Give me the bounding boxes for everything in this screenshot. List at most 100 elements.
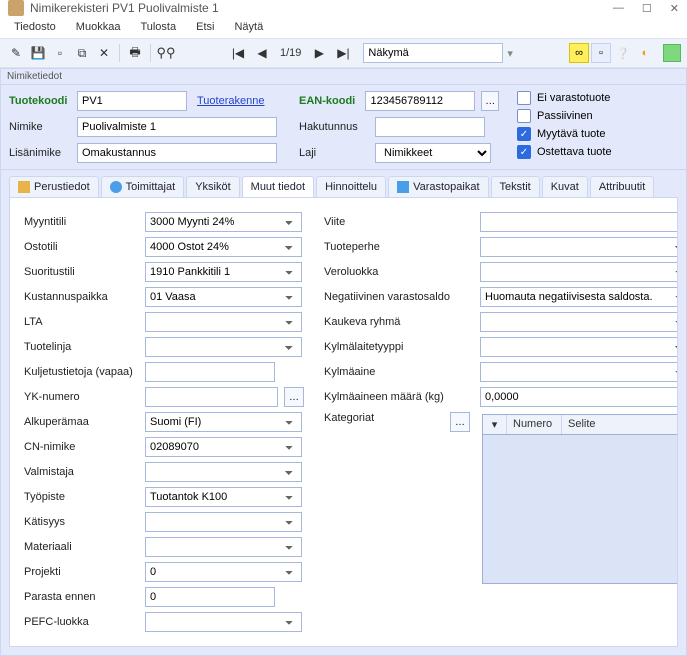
refresh-icon[interactable] [663,44,681,62]
tool-edit-icon[interactable]: ✎ [6,43,26,63]
valmistaja-label: Valmistaja [24,466,139,478]
kategoriat-grid[interactable]: ▾ Numero Selite [482,414,678,584]
cat-col-selite[interactable]: Selite [562,415,678,434]
tab-toimittajat[interactable]: Toimittajat [101,176,185,197]
hakutunnus-input[interactable] [375,117,485,137]
ei-varasto-checkbox[interactable] [517,91,531,105]
suoritustili-select[interactable]: 1910 Pankkitili 1 [145,262,302,282]
tab-yksikot[interactable]: Yksiköt [186,176,239,197]
pefc-select[interactable] [145,612,302,632]
link-icon[interactable]: ∞ [569,43,589,63]
materiaali-select[interactable] [145,537,302,557]
tab-tekstit[interactable]: Tekstit [491,176,540,197]
yk-input[interactable] [145,387,278,407]
viite-input[interactable] [480,212,678,232]
tuotekoodi-label: Tuotekoodi [9,95,71,107]
person-icon [110,181,122,193]
tyopiste-select[interactable]: Tuotantok K100 [145,487,302,507]
help-icon[interactable]: ❔ [613,43,633,63]
nimike-input[interactable] [77,117,277,137]
lta-select[interactable] [145,312,302,332]
nav-last-icon[interactable]: ▶| [333,43,353,63]
tuotelinja-select[interactable] [145,337,302,357]
menu-print[interactable]: Tulosta [132,18,184,36]
kylmatyyppi-select[interactable] [480,337,678,357]
kylmaaine-select[interactable] [480,362,678,382]
tab-strip: Perustiedot Toimittajat Yksiköt Muut tie… [1,169,686,197]
valmistaja-select[interactable] [145,462,302,482]
ean-browse-button[interactable]: … [481,91,499,111]
tuoteperhe-select[interactable] [480,237,678,257]
hakutunnus-label: Hakutunnus [299,121,369,133]
materiaali-label: Materiaali [24,541,139,553]
passiivinen-label: Passiivinen [537,110,593,122]
menu-search[interactable]: Etsi [188,18,222,36]
tab-kuvat[interactable]: Kuvat [542,176,588,197]
tool-copy-icon[interactable]: ⧉ [72,43,92,63]
ean-input[interactable] [365,91,475,111]
cat-col-numero[interactable]: Numero [507,415,562,434]
kaukeva-select[interactable] [480,312,678,332]
tab-attribuutit[interactable]: Attribuutit [590,176,654,197]
flag-column: Ei varastotuote Passiivinen ✓Myytävä tuo… [517,91,612,163]
tab-muut-tiedot[interactable]: Muut tiedot [242,176,314,197]
neg-select[interactable]: Huomauta negatiivisesta saldosta. [480,287,678,307]
page-icon[interactable]: ▫ [591,43,611,63]
ei-varasto-label: Ei varastotuote [537,92,610,104]
grid-icon [397,181,409,193]
kylmamaara-input[interactable] [480,387,678,407]
ostettava-checkbox[interactable]: ✓ [517,145,531,159]
tool-find-icon[interactable]: ⚲⚲ [156,43,176,63]
myytava-checkbox[interactable]: ✓ [517,127,531,141]
kategoriat-browse-button[interactable]: … [450,412,470,432]
nav-prev-icon[interactable]: ◀ [252,43,272,63]
tuotekoodi-input[interactable] [77,91,187,111]
yk-label: YK-numero [24,391,139,403]
tuoterakenne-link[interactable]: Tuoterakenne [197,95,264,107]
projekti-select[interactable]: 0 [145,562,302,582]
tool-delete-icon[interactable]: ✕ [94,43,114,63]
record-nav: |◀ ◀ 1/19 ▶ ▶| [228,43,353,63]
kylmatyyppi-label: Kylmälaitetyyppi [324,341,474,353]
tuoteperhe-label: Tuoteperhe [324,241,474,253]
view-select[interactable] [363,43,503,63]
tuotelinja-label: Tuotelinja [24,341,139,353]
menu-edit[interactable]: Muokkaa [68,18,129,36]
tool-save-icon[interactable]: 💾 [28,43,48,63]
ostotili-select[interactable]: 4000 Ostot 24% [145,237,302,257]
toolbar: ✎ 💾 ▫ ⧉ ✕ 🖶 ⚲⚲ |◀ ◀ 1/19 ▶ ▶| ▾ ∞ ▫ ❔ ◐ [0,38,687,68]
tool-new-icon[interactable]: ▫ [50,43,70,63]
tab-hinnoittelu[interactable]: Hinnoittelu [316,176,386,197]
menu-file[interactable]: Tiedosto [6,18,64,36]
yk-browse-button[interactable]: … [284,387,304,407]
projekti-label: Projekti [24,566,139,578]
tab-varastopaikat[interactable]: Varastopaikat [388,176,488,197]
tab-perustiedot[interactable]: Perustiedot [9,176,99,197]
kuljetus-input[interactable] [145,362,275,382]
nav-first-icon[interactable]: |◀ [228,43,248,63]
parasta-input[interactable] [145,587,275,607]
minimize-button[interactable]: — [613,2,624,15]
veroluokka-select[interactable] [480,262,678,282]
dropdown-icon[interactable]: ▾ [507,47,513,60]
maximize-button[interactable]: ☐ [642,2,652,15]
myyntitili-select[interactable]: 3000 Myynti 24% [145,212,302,232]
separator [150,44,151,62]
nav-next-icon[interactable]: ▶ [309,43,329,63]
passiivinen-checkbox[interactable] [517,109,531,123]
lisanimike-input[interactable] [77,143,277,163]
close-button[interactable]: ✕ [670,2,679,15]
cat-filter-icon[interactable]: ▾ [483,415,507,434]
kaukeva-label: Kaukeva ryhmä [324,316,474,328]
kustannuspaikka-select[interactable]: 01 Vaasa [145,287,302,307]
katisyys-select[interactable] [145,512,302,532]
pefc-label: PEFC-luokka [24,616,139,628]
tool-print-icon[interactable]: 🖶 [125,43,145,63]
cn-select[interactable]: 02089070 [145,437,302,457]
menu-view[interactable]: Näytä [226,18,271,36]
alku-select[interactable]: Suomi (FI) [145,412,302,432]
lisanimike-label: Lisänimike [9,147,71,159]
laji-select[interactable]: Nimikkeet [375,143,491,163]
ean-label: EAN-koodi [299,95,359,107]
bulb-icon[interactable]: ◐ [635,43,655,63]
